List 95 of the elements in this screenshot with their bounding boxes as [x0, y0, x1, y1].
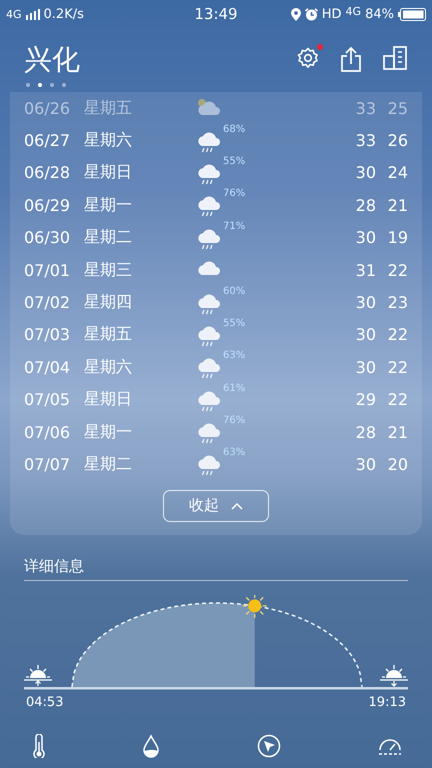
low-temperature: 24: [386, 163, 408, 182]
compass-icon: [256, 734, 281, 758]
low-temperature: 22: [386, 358, 408, 377]
forecast-weekday: 星期四: [84, 292, 133, 314]
high-temperature: 33: [354, 131, 376, 150]
rain-cloud-icon: [196, 130, 222, 153]
sunrise-time: 04:53: [26, 695, 64, 710]
rain-cloud-icon: [196, 390, 222, 412]
caret-icon: [231, 502, 243, 510]
low-temperature: 21: [386, 196, 408, 215]
cloud-icon: [196, 260, 222, 276]
forecast-date: 06/27: [24, 131, 72, 150]
forecast-date: 06/26: [24, 98, 72, 118]
forecast-date: 07/02: [24, 293, 72, 312]
low-temperature: 22: [386, 390, 408, 410]
rain-cloud-icon: [196, 454, 222, 476]
hd-indicator: HD: [322, 6, 342, 22]
rain-cloud-icon: [196, 292, 222, 315]
precipitation-chance: 63%: [223, 350, 246, 362]
alarm-icon: [304, 8, 318, 20]
forecast-date: 06/28: [24, 163, 72, 182]
settings-button[interactable]: [296, 46, 320, 70]
precipitation-chance: 63%: [223, 447, 246, 458]
sunrise-icon: [24, 664, 53, 687]
forecast-date: 07/06: [24, 422, 72, 442]
forecast-date: 06/30: [24, 228, 72, 248]
precipitation-chance: 55%: [223, 156, 246, 167]
precipitation-chance: 55%: [223, 318, 246, 329]
network-type: 4G: [346, 4, 362, 18]
sun-cloud-icon: [196, 98, 222, 116]
forecast-date: 06/29: [24, 196, 72, 215]
high-temperature: 31: [354, 260, 376, 280]
forecast-date: 07/04: [24, 358, 72, 377]
forecast-weekday: 星期三: [84, 260, 133, 281]
high-temperature: 28: [354, 196, 376, 215]
city-list-button[interactable]: [382, 46, 408, 70]
signal-icon: [26, 8, 40, 20]
network-speed: 0.2K/s: [44, 6, 84, 22]
forecast-weekday: 星期六: [84, 356, 133, 378]
forecast-weekday: 星期六: [84, 130, 133, 152]
clock: 13:49: [194, 5, 238, 23]
rain-cloud-icon: [196, 422, 222, 444]
sunset-time: 19:13: [368, 695, 406, 710]
forecast-weekday: 星期五: [84, 324, 133, 346]
section-title: 详细信息: [24, 556, 85, 576]
share-icon: [340, 46, 362, 72]
low-temperature: 20: [386, 454, 408, 474]
location-icon: [290, 8, 301, 20]
low-temperature: 22: [386, 325, 408, 344]
network-type: 4G: [6, 8, 22, 20]
low-temperature: 25: [386, 98, 408, 118]
rain-cloud-icon: [196, 228, 222, 250]
high-temperature: 30: [354, 454, 376, 474]
buildings-icon: [382, 46, 408, 70]
forecast-weekday: 星期日: [84, 162, 133, 184]
forecast-date: 07/07: [24, 454, 72, 474]
high-temperature: 30: [354, 358, 376, 377]
precipitation-chance: 71%: [223, 220, 246, 232]
low-temperature: 23: [386, 293, 408, 312]
battery-percent: 84%: [365, 6, 394, 22]
share-button[interactable]: [340, 46, 362, 72]
forecast-weekday: 星期日: [84, 389, 133, 410]
rain-cloud-icon: [196, 162, 222, 185]
rain-cloud-icon: [196, 195, 222, 218]
forecast-weekday: 星期二: [84, 227, 133, 248]
forecast-weekday: 星期一: [84, 422, 133, 443]
rain-cloud-icon: [196, 324, 222, 347]
high-temperature: 28: [354, 422, 376, 442]
forecast-date: 07/01: [24, 260, 72, 280]
high-temperature: 30: [354, 293, 376, 312]
collapse-button[interactable]: 收起: [163, 490, 269, 522]
forecast-weekday: 星期二: [84, 454, 133, 475]
forecast-date: 07/05: [24, 390, 72, 410]
high-temperature: 29: [354, 390, 376, 410]
city-name: 兴化: [24, 44, 80, 76]
forecast-date: 07/03: [24, 325, 72, 344]
sunset-icon: [379, 664, 408, 687]
battery-icon: [398, 8, 426, 20]
high-temperature: 30: [354, 228, 376, 248]
low-temperature: 19: [386, 228, 408, 248]
precipitation-chance: 68%: [223, 124, 246, 135]
low-temperature: 21: [386, 422, 408, 442]
forecast-weekday: 星期五: [84, 98, 133, 119]
forecast-weekday: 星期一: [84, 194, 133, 216]
low-temperature: 22: [386, 260, 408, 280]
rain-cloud-icon: [196, 357, 222, 380]
high-temperature: 30: [354, 325, 376, 344]
settings-icon: [296, 46, 320, 70]
high-temperature: 30: [354, 163, 376, 182]
precipitation-chance: 60%: [223, 286, 246, 297]
thermometer-icon: [32, 734, 46, 758]
high-temperature: 33: [354, 98, 376, 118]
water-drop-icon: [142, 734, 160, 758]
precipitation-chance: 76%: [223, 188, 246, 200]
low-temperature: 26: [386, 131, 408, 150]
